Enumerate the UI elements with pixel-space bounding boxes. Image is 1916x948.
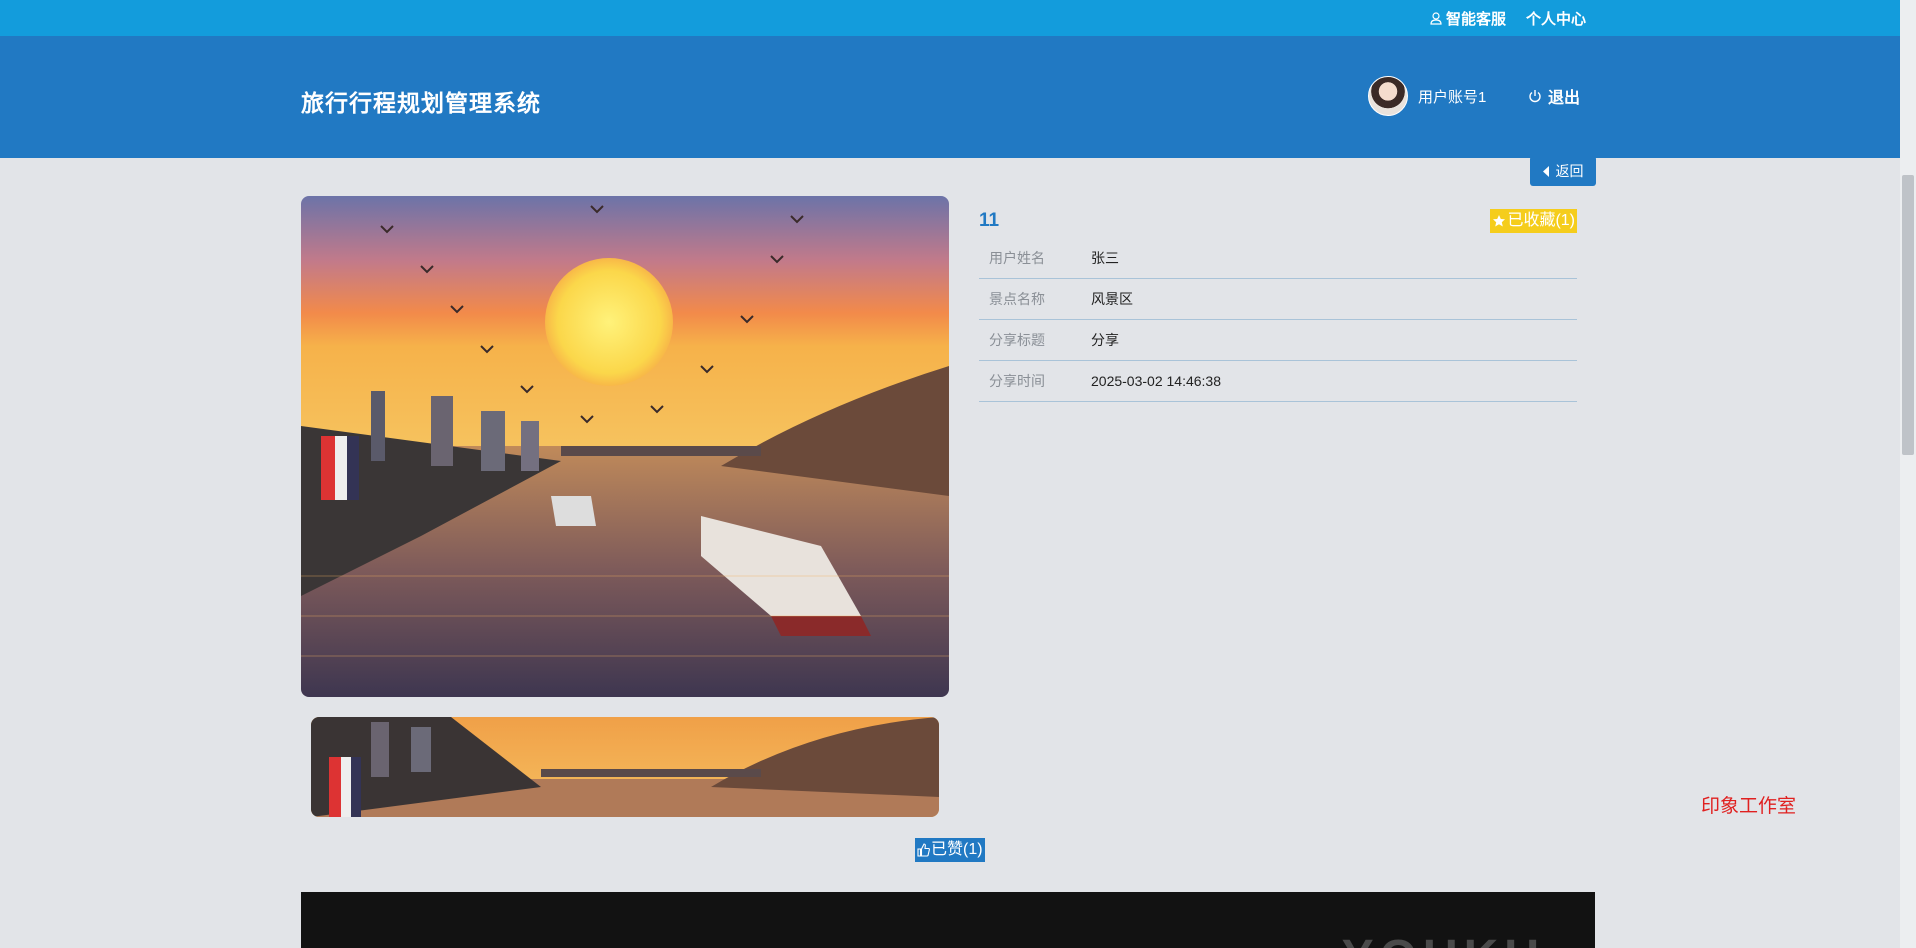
user-outline-icon [1430,11,1442,25]
info-label: 用户姓名 [989,250,1045,266]
thumbnail-photo[interactable] [311,717,939,817]
favorite-label: 已收藏(1) [1507,212,1575,229]
favorite-button[interactable]: 已收藏(1) [1490,209,1577,233]
site-title: 旅行行程规划管理系统 [301,90,541,116]
info-row-share-time: 分享时间 2025-03-02 14:46:38 [979,361,1577,402]
like-label: 已赞(1) [931,841,983,858]
top-bar: 智能客服 个人中心 [0,0,1900,36]
scrollbar[interactable] [1900,0,1916,948]
thumbnail-image [311,717,939,817]
personal-center-link[interactable]: 个人中心 [1526,8,1586,29]
info-value: 分享 [1091,332,1119,348]
main-photo [301,196,949,697]
share-detail-panel: 11 已收藏(1) 用户姓名 张三 景点名称 风景区 分享标题 分享 分享时间 … [979,206,1577,402]
back-button[interactable]: 返回 [1530,156,1596,186]
logout-label: 退出 [1548,90,1581,107]
logout-button[interactable]: 退出 [1528,84,1580,108]
info-value: 张三 [1091,250,1119,266]
caret-left-icon [1542,165,1549,177]
personal-center-label: 个人中心 [1525,10,1586,28]
sunset-river-image [301,196,949,697]
site-header: 旅行行程规划管理系统 用户账号1 退出 [0,36,1900,158]
scrollbar-thumb[interactable] [1902,175,1914,455]
video-player[interactable]: YOUKU [301,892,1595,948]
info-label: 分享时间 [989,373,1045,389]
info-value: 风景区 [1091,291,1133,307]
customer-service-label: 智能客服 [1445,10,1506,28]
thumb-up-icon [917,843,930,857]
back-label: 返回 [1555,163,1584,179]
studio-watermark: 印象工作室 [1701,796,1797,817]
info-label: 景点名称 [989,291,1045,307]
star-icon [1493,215,1506,227]
customer-service-link[interactable]: 智能客服 [1430,8,1506,29]
info-row-username: 用户姓名 张三 [979,238,1577,279]
avatar [1368,76,1408,116]
info-row-share-title: 分享标题 分享 [979,320,1577,361]
user-menu[interactable]: 用户账号1 [1368,76,1486,116]
share-title: 11 [979,210,1000,231]
like-button[interactable]: 已赞(1) [915,838,985,862]
power-icon [1529,90,1541,103]
info-row-spot-name: 景点名称 风景区 [979,279,1577,320]
top-links: 智能客服 个人中心 [1430,0,1586,36]
info-value: 2025-03-02 14:46:38 [1091,373,1221,389]
video-watermark: YOUKU [1342,930,1545,948]
info-label: 分享标题 [989,332,1045,348]
username: 用户账号1 [1418,88,1487,106]
